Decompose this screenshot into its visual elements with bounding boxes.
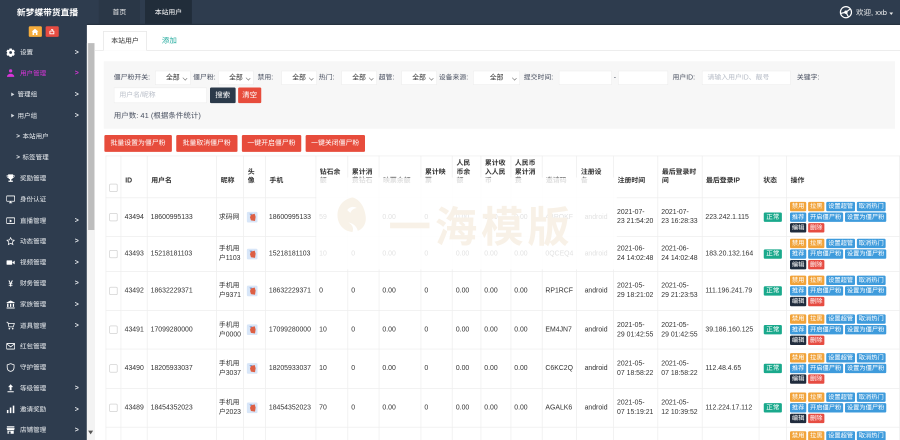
svg-text:¥: ¥ [8,279,13,287]
